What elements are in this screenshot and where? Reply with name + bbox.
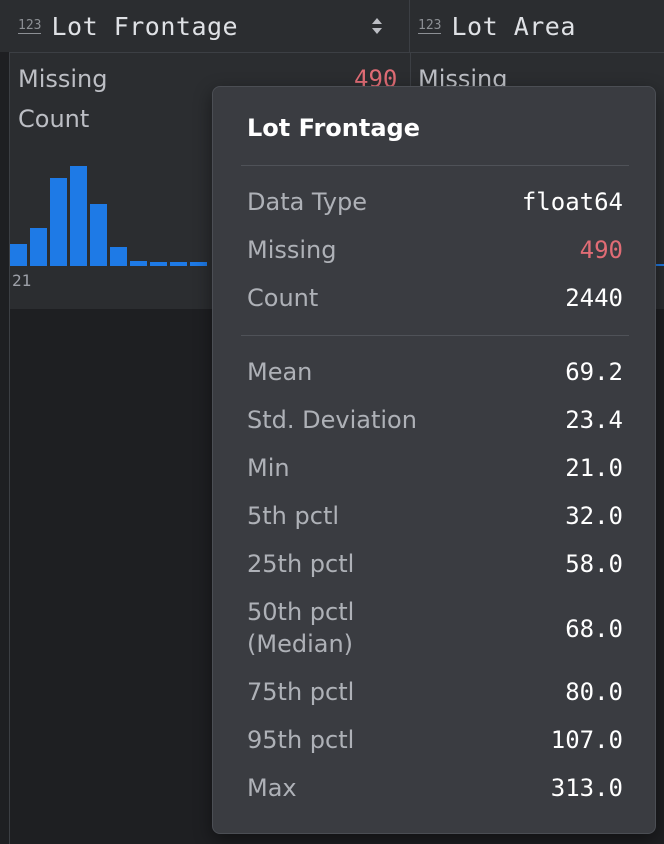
histogram-bar-8: [170, 262, 187, 266]
lot-area-histogram-edge: [656, 264, 664, 266]
tooltip-row-median: 50th pctl (Median) 68.0: [247, 595, 623, 663]
row-label: Std. Deviation: [247, 406, 417, 434]
row-value: 58.0: [565, 550, 623, 578]
tooltip-divider: [241, 165, 629, 166]
row-label: 75th pctl: [247, 678, 355, 706]
row-value: 21.0: [565, 454, 623, 482]
row-label: 50th pctl: [247, 598, 355, 626]
row-value: float64: [521, 188, 623, 216]
row-value: 32.0: [565, 502, 623, 530]
tooltip-divider: [241, 335, 629, 336]
row-value: 23.4: [565, 406, 623, 434]
histogram-bar-2: [50, 178, 67, 266]
histogram-bar-1: [30, 228, 47, 266]
histogram-bar-5: [110, 247, 127, 266]
row-value: 490: [579, 236, 623, 264]
tooltip-title: Lot Frontage: [247, 114, 421, 142]
histogram-bar-9: [190, 262, 207, 266]
histogram-bar-6: [130, 261, 147, 266]
numeric-type-icon: 123: [418, 17, 442, 34]
histogram-chart[interactable]: [10, 160, 210, 270]
histogram-bar-0: [10, 244, 27, 266]
histogram-min-tick: 21: [12, 271, 32, 290]
missing-label: Missing: [18, 65, 108, 93]
row-value: 313.0: [550, 774, 623, 802]
row-label: Count: [247, 284, 319, 312]
column-title: Lot Area: [451, 11, 576, 41]
column-header-row: 123 Lot Frontage 123 Lot Area: [0, 0, 664, 53]
histogram-bar-7: [150, 262, 167, 266]
row-label: 5th pctl: [247, 502, 340, 530]
column-stats-tooltip: Lot Frontage Data Type float64 Missing 4…: [212, 86, 656, 834]
row-label: Data Type: [247, 188, 368, 216]
count-label: Count: [18, 105, 90, 133]
row-label: 95th pctl: [247, 726, 355, 754]
histogram-bar-4: [90, 204, 107, 266]
row-value: 2440: [565, 284, 623, 312]
row-label: Mean: [247, 358, 313, 386]
numeric-type-icon: 123: [18, 17, 42, 34]
row-label: Min: [247, 454, 290, 482]
row-label: Max: [247, 774, 297, 802]
row-value: 68.0: [565, 615, 623, 643]
histogram-bar-3: [70, 166, 87, 266]
row-label: 25th pctl: [247, 550, 355, 578]
row-value: 80.0: [565, 678, 623, 706]
column-header-lot-frontage[interactable]: 123 Lot Frontage: [10, 0, 410, 52]
sort-icon[interactable]: [371, 17, 383, 35]
row-gutter: [0, 52, 10, 844]
column-header-lot-area[interactable]: 123 Lot Area: [410, 0, 664, 52]
row-value: 107.0: [550, 726, 623, 754]
column-title: Lot Frontage: [51, 11, 239, 41]
row-label-line2: (Median): [247, 630, 354, 658]
row-label: Missing: [247, 236, 337, 264]
row-value: 69.2: [565, 358, 623, 386]
